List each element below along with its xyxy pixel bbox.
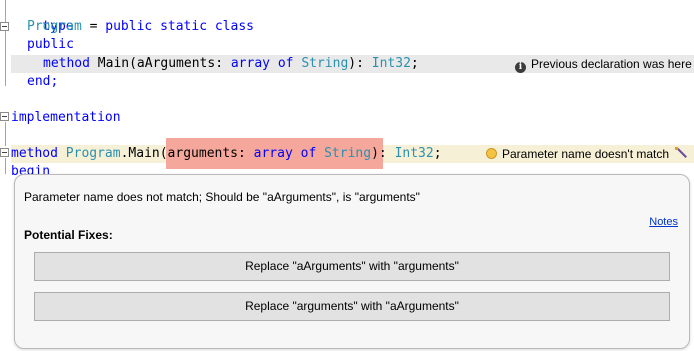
- notes-link[interactable]: Notes: [649, 216, 678, 228]
- return-sep: :: [378, 146, 395, 161]
- keyword-method: method: [11, 146, 58, 161]
- fold-toggle-icon[interactable]: [0, 148, 9, 157]
- equals-sign: =: [81, 19, 106, 34]
- keyword-implementation: implementation: [11, 110, 121, 125]
- type-int32: Int32: [371, 56, 411, 71]
- previous-declaration-text: Previous declaration was here: [531, 57, 692, 71]
- keyword-end: end;: [27, 74, 59, 89]
- type-string: String: [301, 56, 349, 71]
- smiley-icon: [486, 148, 497, 159]
- paren-close: ): [371, 146, 379, 161]
- class-name: Program: [65, 146, 121, 161]
- previous-declaration-note[interactable]: i Previous declaration was here: [515, 55, 692, 73]
- code-line-class-decl: Program = public static class: [27, 18, 254, 36]
- info-icon: i: [515, 62, 526, 73]
- code-line-type: type: [11, 0, 73, 34]
- parameter-list: (arguments:: [159, 146, 254, 161]
- error-fix-popup: Parameter name does not match; Should be…: [14, 174, 690, 349]
- keyword-array-of: array of: [230, 56, 294, 71]
- class-modifiers: public static class: [105, 19, 254, 34]
- error-message: Parameter name does not match; Should be…: [24, 190, 420, 204]
- keyword-array-of: array of: [253, 146, 317, 161]
- method-name: .Main: [120, 146, 160, 161]
- type-int32: Int32: [394, 146, 434, 161]
- fix-button-replace-aarguments[interactable]: Replace "aArguments" with "arguments": [34, 252, 670, 281]
- code-line-implementation: implementation: [11, 109, 121, 127]
- keyword-public: public: [27, 37, 74, 52]
- fold-toggle-icon[interactable]: [0, 112, 9, 121]
- fold-guide-line: [5, 122, 6, 146]
- fix-button-replace-arguments[interactable]: Replace "arguments" with "aArguments": [34, 292, 670, 321]
- semicolon: ;: [410, 56, 419, 71]
- magic-wand-icon[interactable]: [675, 147, 687, 159]
- fold-guide-line: [5, 158, 6, 174]
- semicolon: ;: [433, 146, 442, 161]
- class-name: Program: [27, 19, 82, 34]
- fold-toggle-icon[interactable]: [0, 22, 9, 31]
- code-line-method-decl: method Main(aArguments: array of String)…: [43, 55, 419, 73]
- code-line-method-impl: method Program.Main(arguments: array of …: [11, 145, 442, 163]
- code-line-end: end;: [27, 73, 58, 91]
- error-note-text: Parameter name doesn't match: [502, 147, 670, 161]
- method-signature: Main(aArguments:: [89, 56, 231, 71]
- code-line-public: public: [27, 36, 74, 54]
- error-note[interactable]: Parameter name doesn't match: [486, 145, 687, 163]
- fixes-heading: Potential Fixes:: [24, 228, 113, 242]
- keyword-method: method: [43, 56, 90, 71]
- type-string: String: [324, 146, 372, 161]
- signature-close: ):: [348, 56, 372, 71]
- fold-guide-line: [5, 0, 6, 86]
